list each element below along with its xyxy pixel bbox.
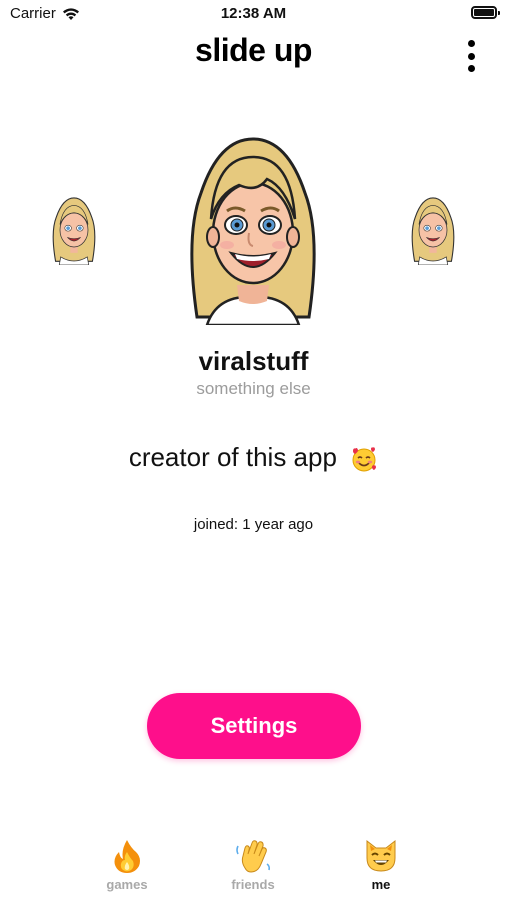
tab-bar: games friends me bbox=[0, 838, 507, 900]
status-bar: Carrier 12:38 AM bbox=[0, 0, 507, 28]
profile-screen: Carrier 12:38 AM slide up viralstuff som… bbox=[0, 0, 507, 900]
page-title: slide up bbox=[195, 32, 312, 68]
avatar-previous[interactable] bbox=[48, 195, 100, 265]
dot-icon bbox=[467, 40, 475, 47]
fire-icon bbox=[114, 840, 140, 873]
battery-icon bbox=[471, 6, 500, 19]
settings-button[interactable]: Settings bbox=[147, 693, 361, 759]
tab-label-games: games bbox=[106, 877, 148, 892]
tab-label-friends: friends bbox=[231, 877, 275, 892]
avatar-carousel[interactable] bbox=[0, 130, 507, 330]
waving-hand-icon bbox=[236, 840, 271, 873]
more-options-button[interactable] bbox=[465, 40, 477, 72]
profile-bio: creator of this app bbox=[0, 442, 507, 473]
avatar-next[interactable] bbox=[407, 195, 459, 265]
joined-date: joined: 1 year ago bbox=[193, 516, 314, 533]
profile-username: viralstuff bbox=[198, 346, 309, 376]
status-time: 12:38 AM bbox=[220, 5, 287, 22]
cat-face-icon bbox=[366, 839, 396, 872]
tab-friends[interactable]: friends bbox=[208, 838, 298, 892]
dot-icon bbox=[467, 65, 475, 72]
tab-label-me: me bbox=[371, 877, 391, 892]
tab-games[interactable]: games bbox=[82, 838, 172, 892]
bio-text: creator of this app bbox=[128, 442, 337, 472]
dot-icon bbox=[467, 52, 475, 60]
profile-subtitle: something else bbox=[196, 379, 311, 398]
tab-me[interactable]: me bbox=[336, 838, 426, 892]
smiling-face-with-hearts-icon bbox=[352, 447, 377, 472]
avatar-current[interactable] bbox=[183, 135, 323, 325]
